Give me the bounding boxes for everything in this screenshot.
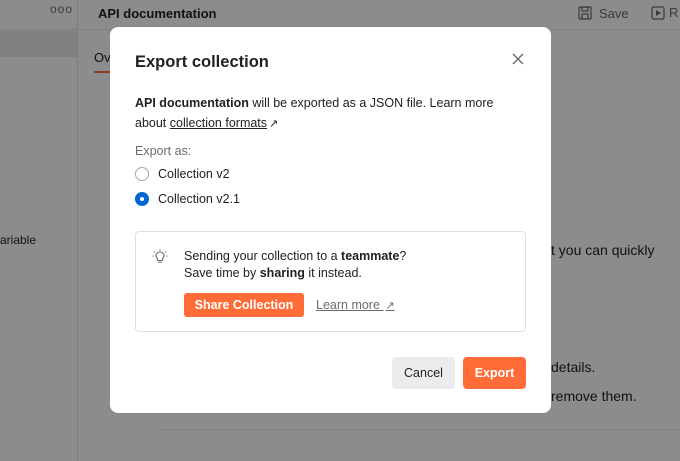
- export-button[interactable]: Export: [463, 357, 526, 389]
- export-collection-dialog: Export collection API documentation will…: [110, 27, 551, 413]
- collection-formats-link[interactable]: collection formats: [170, 116, 267, 130]
- share-collection-button[interactable]: Share Collection: [184, 293, 304, 317]
- dialog-title: Export collection: [135, 53, 269, 71]
- tip-bold-text: teammate: [341, 249, 400, 263]
- learn-more-link[interactable]: Learn more ↗: [316, 298, 395, 312]
- tip-text-line-1: Sending your collection to a teammate?: [184, 249, 406, 263]
- tip-text: Sending your collection to a: [184, 249, 342, 263]
- close-button[interactable]: [508, 49, 528, 69]
- external-link-icon: ↗: [385, 300, 395, 312]
- tip-bold-text: sharing: [259, 266, 305, 280]
- tip-text: ?: [399, 249, 407, 263]
- close-icon: [512, 53, 524, 65]
- dialog-description: API documentation will be exported as a …: [135, 93, 515, 134]
- radio-collection-v2-1[interactable]: Collection v2.1: [135, 192, 240, 206]
- radio-label: Collection v2: [158, 167, 230, 181]
- radio-label: Collection v2.1: [158, 192, 240, 206]
- external-link-icon: ↗: [269, 118, 279, 130]
- tip-text: it instead.: [304, 266, 362, 280]
- learn-more-label: Learn more: [316, 298, 380, 312]
- tip-text: Save time by: [184, 266, 260, 280]
- export-as-label: Export as:: [135, 144, 192, 158]
- radio-button-checked[interactable]: [135, 192, 149, 206]
- radio-button-unchecked[interactable]: [135, 167, 149, 181]
- radio-collection-v2[interactable]: Collection v2: [135, 167, 230, 181]
- tip-text-line-2: Save time by sharing it instead.: [184, 266, 362, 280]
- share-tip-box: Sending your collection to a teammate? S…: [135, 231, 526, 332]
- collection-name: API documentation: [135, 96, 249, 110]
- lightbulb-icon: [152, 249, 168, 263]
- cancel-button[interactable]: Cancel: [392, 357, 455, 389]
